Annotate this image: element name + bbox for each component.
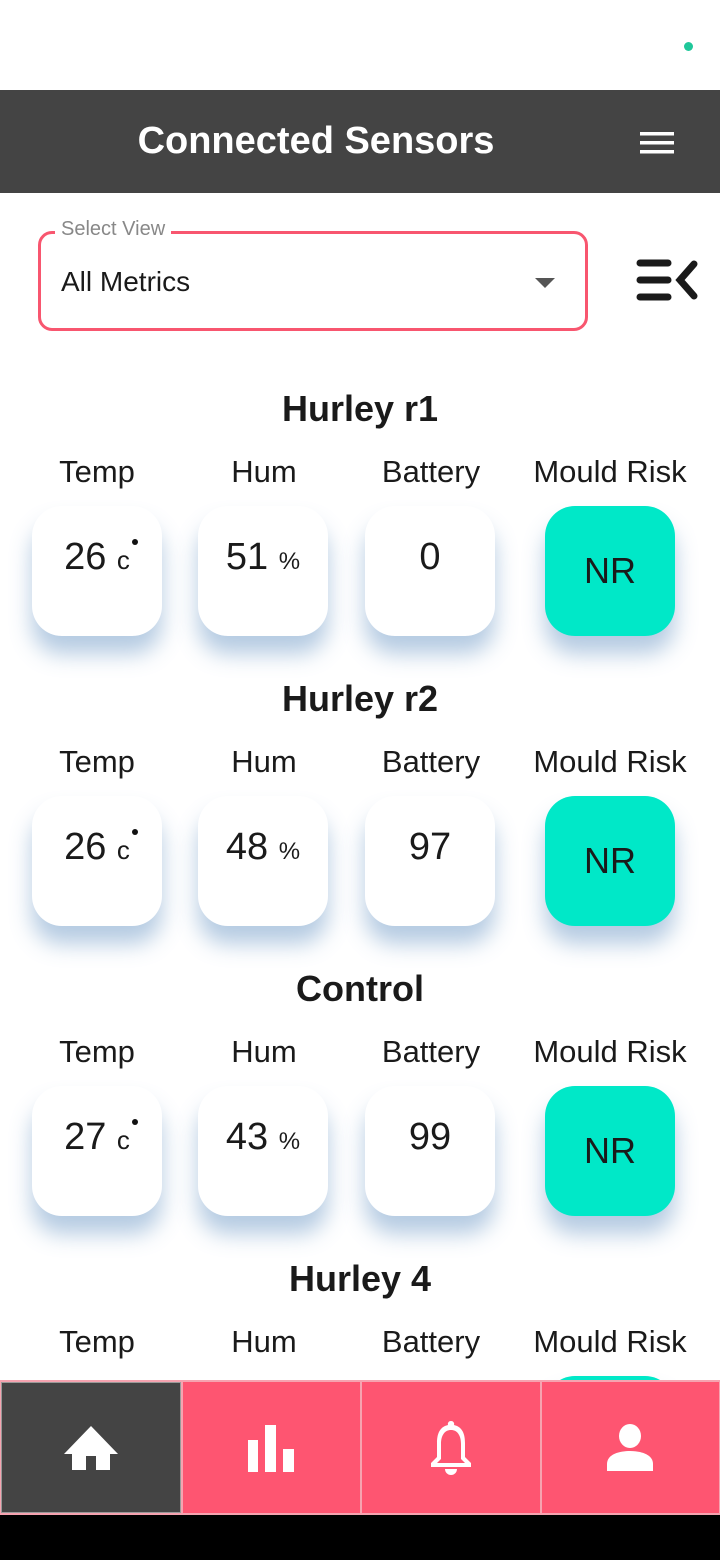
select-view-value: All Metrics [61,266,191,297]
hum-value: 48 [225,826,269,868]
select-view-label: Select View [55,218,172,241]
hum-unit: % [278,1128,301,1155]
battery-card[interactable]: 99 [365,1086,495,1216]
bell-icon [430,1420,471,1475]
temp-card[interactable]: 26 c [32,506,162,636]
select-view-dropdown[interactable]: Select View All Metrics [38,218,588,331]
metric-label-risk: Mould Risk [533,1324,687,1359]
mould-risk-value: NR [584,550,636,591]
nav-alerts[interactable] [362,1382,540,1513]
battery-value: 99 [408,1116,452,1158]
bottom-nav [0,1380,720,1515]
hum-value: 51 [225,536,269,578]
battery-card[interactable]: 0 [365,506,495,636]
metric-label-battery: Battery [381,1034,481,1069]
humidity-card[interactable]: 48 % [198,796,328,926]
sensor-name: Hurley 4 [288,1258,432,1299]
sensor-name: Control [296,968,424,1009]
page-title: Connected Sensors [137,120,495,162]
system-nav-bar [0,1515,720,1560]
metric-label-hum: Hum [231,744,297,779]
temp-unit: c [116,1125,130,1155]
person-icon [607,1423,654,1471]
metric-label-hum: Hum [231,1324,297,1359]
metric-label-temp: Temp [59,1034,135,1069]
metric-label-risk: Mould Risk [533,454,687,489]
mould-risk-card[interactable]: NR [545,506,675,636]
sensor-group: Hurley r1 Temp Hum Battery Mould Risk 26 c 51 … [0,388,720,678]
temp-value: 26 [64,536,107,578]
menu-collapse-icon[interactable] [636,258,700,304]
mould-risk-card[interactable]: NR [545,1086,675,1216]
battery-card[interactable]: 97 [365,796,495,926]
battery-value: 97 [408,826,452,868]
hamburger-menu-icon[interactable] [640,132,676,156]
nav-home[interactable] [1,1382,181,1513]
metric-label-battery: Battery [381,1324,481,1359]
humidity-card[interactable]: 51 % [198,506,328,636]
metric-label-battery: Battery [381,454,481,489]
home-icon [63,1425,118,1470]
battery-value: 0 [419,536,441,578]
metric-label-battery: Battery [381,744,481,779]
status-dot [684,42,693,51]
app-header: Connected Sensors [0,90,720,193]
metric-label-hum: Hum [231,1034,297,1069]
sensor-group: Hurley r2 Temp Hum Battery Mould Risk 26 c 48 … [0,678,720,968]
mould-risk-card[interactable]: NR [545,796,675,926]
sensor-group: Control Temp Hum Battery Mould Risk 27 c 43 % 9… [0,968,720,1258]
metric-label-hum: Hum [231,454,297,489]
metric-label-temp: Temp [59,1324,135,1359]
nav-stats[interactable] [182,1382,360,1513]
mould-risk-value: NR [584,1130,636,1171]
metric-label-temp: Temp [59,454,135,489]
temp-card[interactable]: 26 c [32,796,162,926]
sensor-name: Hurley r2 [281,678,439,719]
temp-value: 27 [64,1116,107,1158]
temp-card[interactable]: 27 c [32,1086,162,1216]
humidity-card[interactable]: 43 % [198,1086,328,1216]
bar-chart-icon [248,1424,295,1472]
chevron-down-icon [535,278,555,288]
sensor-name: Hurley r1 [281,388,439,429]
temp-unit: c [116,545,130,575]
temp-unit: c [116,835,130,865]
status-bar [0,0,720,90]
nav-profile[interactable] [541,1382,719,1513]
mould-risk-value: NR [584,840,636,881]
hum-value: 43 [225,1116,269,1158]
metric-label-risk: Mould Risk [533,744,687,779]
hum-unit: % [278,838,301,865]
hum-unit: % [278,548,301,575]
temp-value: 26 [64,826,107,868]
metric-label-temp: Temp [59,744,135,779]
metric-label-risk: Mould Risk [533,1034,687,1069]
